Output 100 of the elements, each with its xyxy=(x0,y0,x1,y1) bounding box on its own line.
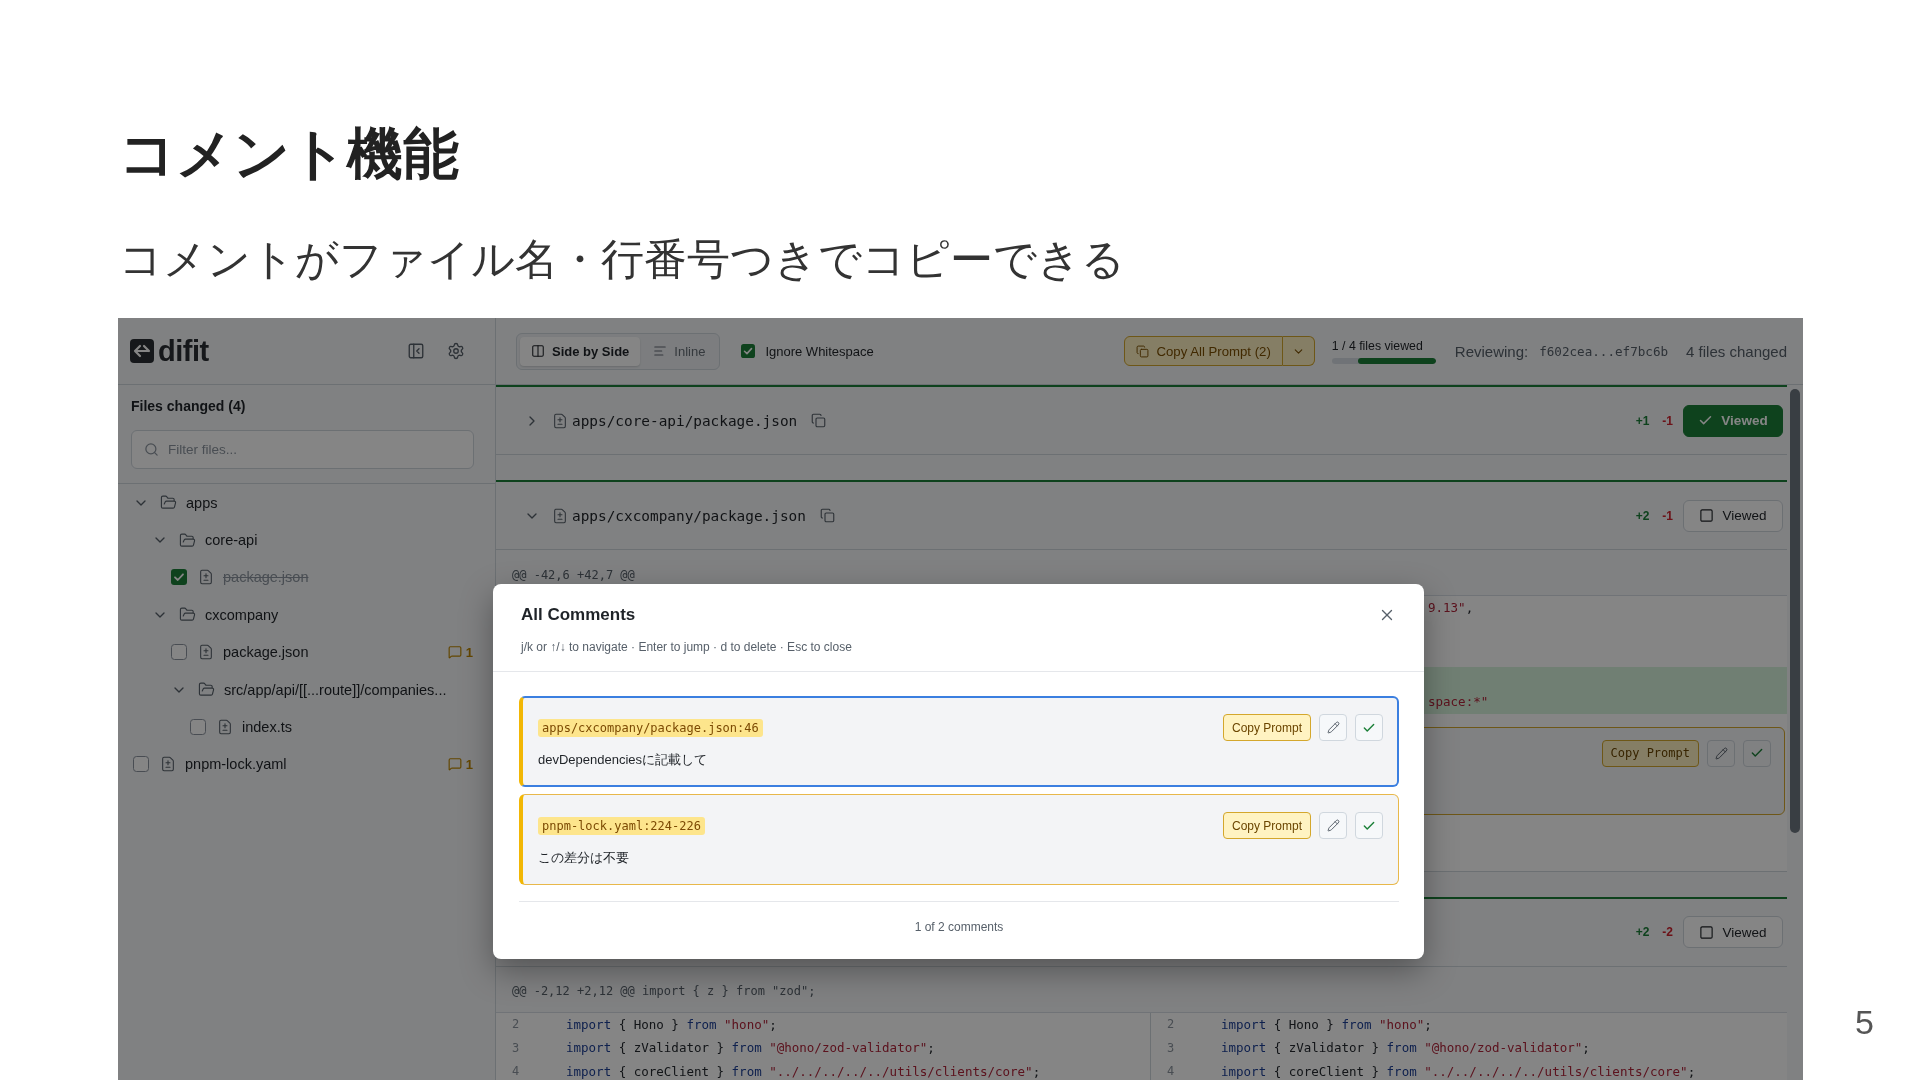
comment-card[interactable]: apps/cxcompany/package.json:46 Copy Prompt devDependenciesに記載して xyxy=(519,696,1399,787)
file-path: apps/cxcompany/package.json xyxy=(572,507,806,524)
comment-icon xyxy=(447,757,462,772)
files-changed-count: 4 files changed xyxy=(1686,342,1787,360)
file-diff-icon xyxy=(217,719,233,736)
line-number: 4 xyxy=(511,1064,521,1079)
slide-subtitle: コメントがファイル名・行番号つきでコピーできる xyxy=(118,235,1125,285)
resolve-button[interactable] xyxy=(1355,714,1383,741)
file-diff-icon xyxy=(198,569,214,586)
folder-icon xyxy=(179,531,196,549)
viewed-button[interactable]: Viewed xyxy=(1683,499,1783,532)
file-diff-icon xyxy=(552,412,568,429)
resolve-button[interactable] xyxy=(1355,812,1383,839)
checkbox-label[interactable]: Ignore Whitespace xyxy=(765,343,874,359)
line-number: 3 xyxy=(1166,1040,1176,1055)
commit-range: f602cea...ef7bc6b xyxy=(1539,343,1669,359)
copy-prompt-button[interactable]: Copy Prompt xyxy=(1601,739,1699,767)
comment-text: devDependenciesに記載して xyxy=(538,751,709,769)
file-name[interactable]: index.ts xyxy=(242,719,292,736)
comment-text: この差分は不要 xyxy=(538,849,630,867)
line-number: 4 xyxy=(1166,1064,1176,1079)
copy-icon[interactable] xyxy=(819,508,835,523)
folder-icon xyxy=(179,606,196,624)
page-number: 5 xyxy=(1855,1002,1874,1042)
sidebar-toggle-icon[interactable] xyxy=(407,342,425,360)
checkbox[interactable] xyxy=(741,344,756,358)
file-diff-icon xyxy=(552,507,568,524)
edit-button[interactable] xyxy=(1319,812,1347,839)
code-line: space:*" xyxy=(1428,694,1489,710)
dropdown-button[interactable] xyxy=(1282,336,1315,366)
file-name[interactable]: pnpm-lock.yaml xyxy=(185,756,287,773)
modal-title: All Comments xyxy=(521,604,636,626)
file-path: apps/core-api/package.json xyxy=(572,412,798,429)
checkbox-icon xyxy=(1699,508,1715,523)
search-icon xyxy=(144,442,159,457)
comment-count: 1 xyxy=(465,756,473,772)
pencil-icon xyxy=(1714,746,1728,760)
app-name: difit xyxy=(158,334,209,368)
filter-field[interactable]: Filter files... xyxy=(131,430,474,469)
comment-counter: 1 of 2 comments xyxy=(519,901,1399,959)
pencil-icon xyxy=(1326,721,1340,734)
logo-icon xyxy=(130,339,154,363)
progress-label: 1 / 4 files viewed xyxy=(1331,338,1424,353)
code-line: import { Hono } from "hono"; xyxy=(566,1016,777,1032)
viewed-button[interactable]: Viewed xyxy=(1683,404,1783,437)
comment-card[interactable]: pnpm-lock.yaml:224-226 Copy Prompt この差分は不要 xyxy=(519,794,1399,885)
location-badge: apps/cxcompany/package.json:46 xyxy=(538,718,763,737)
code-line: import { coreClient } from "../../../../../utils/clients/core"; xyxy=(1221,1063,1696,1079)
code-line: import { zValidator } from "@hono/zod-validator"; xyxy=(1221,1040,1590,1056)
line-number: 3 xyxy=(511,1040,521,1055)
pencil-icon xyxy=(1326,819,1340,832)
scrollbar-thumb[interactable] xyxy=(1790,389,1800,833)
comment-count: 1 xyxy=(465,644,473,660)
copy-icon[interactable] xyxy=(811,413,827,428)
folder-name[interactable]: cxcompany xyxy=(205,606,279,623)
copy-icon xyxy=(1136,344,1150,358)
copy-all-prompt-button[interactable]: Copy All Prompt (2) xyxy=(1124,336,1283,366)
columns-icon xyxy=(531,344,545,358)
location-badge: pnpm-lock.yaml:224-226 xyxy=(538,816,705,835)
view-mode-tab[interactable]: Side by Side xyxy=(520,336,641,366)
copy-prompt-button[interactable]: Copy Prompt xyxy=(1222,812,1311,839)
check-icon xyxy=(1750,746,1764,760)
code-line: import { Hono } from "hono"; xyxy=(1221,1016,1432,1032)
folder-name[interactable]: apps xyxy=(186,494,218,511)
checkbox[interactable] xyxy=(171,644,187,661)
code-line: import { zValidator } from "@hono/zod-validator"; xyxy=(566,1040,935,1056)
folder-name[interactable]: core-api xyxy=(205,532,258,549)
edit-button[interactable] xyxy=(1319,714,1347,741)
checkbox[interactable] xyxy=(171,569,187,586)
keyboard-hint: j/k or ↑/↓ to navigate · Enter to jump · d to delete · Esc to close xyxy=(521,639,853,655)
reviewing-label: Reviewing: xyxy=(1454,342,1529,360)
additions-count: +2 xyxy=(1635,508,1650,523)
additions-count: +2 xyxy=(1635,925,1650,939)
folder-name[interactable]: src/app/api/[[...route]]/companies... xyxy=(224,681,447,698)
deletions-count: -1 xyxy=(1662,508,1673,523)
sidebar-title: Files changed (4) xyxy=(131,397,247,415)
view-mode-tab[interactable]: Inline xyxy=(642,336,717,366)
line-number: 2 xyxy=(511,1017,521,1032)
code-line: 9.13", xyxy=(1428,600,1474,616)
deletions-count: -1 xyxy=(1662,413,1673,428)
line-number: 2 xyxy=(1166,1017,1176,1032)
checkbox[interactable] xyxy=(133,756,149,773)
checkbox-icon xyxy=(1699,924,1715,940)
additions-count: +1 xyxy=(1635,413,1650,428)
deletions-count: -2 xyxy=(1662,925,1673,939)
viewed-button[interactable]: Viewed xyxy=(1683,916,1783,948)
settings-icon[interactable] xyxy=(447,342,465,360)
folder-icon xyxy=(198,681,215,699)
copy-prompt-button[interactable]: Copy Prompt xyxy=(1222,714,1311,741)
folder-icon xyxy=(160,494,177,512)
comment-icon xyxy=(447,645,462,660)
resolve-button[interactable] xyxy=(1743,739,1771,767)
slide-title: コメント機能 xyxy=(118,121,459,187)
code-line: import { coreClient } from "../../../../../utils/clients/core"; xyxy=(566,1063,1041,1079)
file-diff-icon xyxy=(160,756,176,773)
hunk-header: @@ -2,12 +2,12 @@ import { z } from "zod"; xyxy=(496,966,1787,1013)
file-diff-icon xyxy=(198,644,214,661)
edit-button[interactable] xyxy=(1707,739,1735,767)
checkbox[interactable] xyxy=(190,719,206,736)
file-name[interactable]: package.json xyxy=(223,644,309,661)
